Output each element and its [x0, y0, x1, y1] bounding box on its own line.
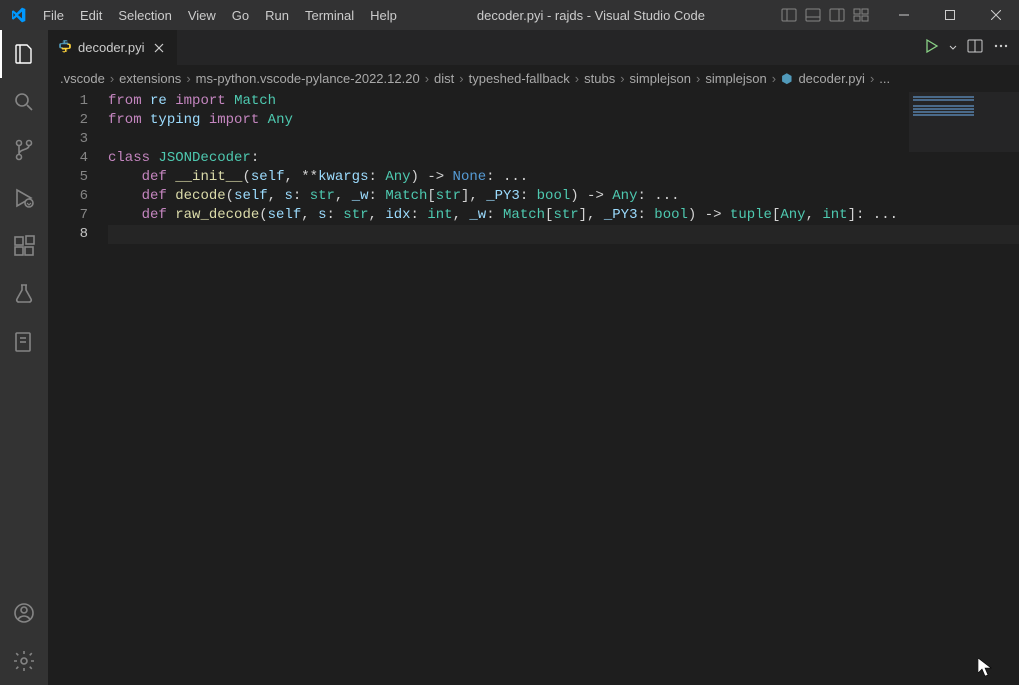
- crumb[interactable]: simplejson: [630, 71, 691, 86]
- accounts-icon[interactable]: [0, 589, 48, 637]
- crumb[interactable]: decoder.pyi: [798, 71, 865, 86]
- code-line[interactable]: [108, 130, 1019, 149]
- code-line[interactable]: def __init__(self, **kwargs: Any) -> Non…: [108, 168, 1019, 187]
- toggle-panel-icon[interactable]: [802, 4, 824, 26]
- customize-layout-icon[interactable]: [850, 4, 872, 26]
- python-file-icon: ⬢: [781, 71, 792, 87]
- references-icon[interactable]: [0, 318, 48, 366]
- window-title: decoder.pyi - rajds - Visual Studio Code: [405, 8, 777, 23]
- menu-bar: File Edit Selection View Go Run Terminal…: [35, 0, 405, 30]
- line-number: 6: [48, 187, 88, 206]
- tab-decoder-pyi[interactable]: decoder.pyi: [48, 30, 178, 65]
- code-line[interactable]: from re import Match: [108, 92, 1019, 111]
- chevron-right-icon: ›: [867, 71, 877, 86]
- menu-help[interactable]: Help: [362, 0, 405, 30]
- source-control-icon[interactable]: [0, 126, 48, 174]
- code-content[interactable]: from re import Matchfrom typing import A…: [108, 92, 1019, 685]
- settings-gear-icon[interactable]: [0, 637, 48, 685]
- crumb[interactable]: typeshed-fallback: [469, 71, 570, 86]
- code-line[interactable]: class JSONDecoder:: [108, 149, 1019, 168]
- line-number: 8: [48, 225, 88, 244]
- line-number: 5: [48, 168, 88, 187]
- menu-edit[interactable]: Edit: [72, 0, 110, 30]
- crumb[interactable]: simplejson: [705, 71, 766, 86]
- toggle-primary-sidebar-icon[interactable]: [778, 4, 800, 26]
- editor-actions: [923, 30, 1019, 65]
- crumb[interactable]: dist: [434, 71, 454, 86]
- window-controls: [881, 0, 1019, 30]
- line-number-gutter: 12345678: [48, 92, 108, 685]
- code-area[interactable]: 12345678 from re import Matchfrom typing…: [48, 92, 1019, 685]
- more-actions-icon[interactable]: [993, 38, 1009, 57]
- chevron-right-icon: ›: [107, 71, 117, 86]
- main: decoder.pyi .vscode› extensions› ms-pyth…: [0, 30, 1019, 685]
- chevron-right-icon: ›: [769, 71, 779, 86]
- line-number: 1: [48, 92, 88, 111]
- menu-go[interactable]: Go: [224, 0, 257, 30]
- editor-body: 12345678 from re import Matchfrom typing…: [48, 92, 1019, 685]
- menu-file[interactable]: File: [35, 0, 72, 30]
- chevron-right-icon: ›: [183, 71, 193, 86]
- code-line[interactable]: [108, 225, 1019, 244]
- run-dropdown-icon[interactable]: [949, 40, 957, 55]
- code-line[interactable]: def raw_decode(self, s: str, idx: int, _…: [108, 206, 1019, 225]
- line-number: 2: [48, 111, 88, 130]
- line-number: 4: [48, 149, 88, 168]
- vscode-logo: [0, 7, 35, 23]
- chevron-right-icon: ›: [456, 71, 466, 86]
- titlebar: File Edit Selection View Go Run Terminal…: [0, 0, 1019, 30]
- crumb[interactable]: .vscode: [60, 71, 105, 86]
- tab-bar: decoder.pyi: [48, 30, 1019, 65]
- menu-run[interactable]: Run: [257, 0, 297, 30]
- titlebar-right: [777, 0, 1019, 30]
- extensions-icon[interactable]: [0, 222, 48, 270]
- explorer-icon[interactable]: [0, 30, 48, 78]
- run-file-icon[interactable]: [923, 38, 939, 57]
- run-debug-icon[interactable]: [0, 174, 48, 222]
- activity-bar: [0, 30, 48, 685]
- line-number: 7: [48, 206, 88, 225]
- menu-terminal[interactable]: Terminal: [297, 0, 362, 30]
- crumb[interactable]: ...: [879, 71, 890, 86]
- toggle-secondary-sidebar-icon[interactable]: [826, 4, 848, 26]
- close-icon[interactable]: [151, 40, 167, 56]
- minimize-button[interactable]: [881, 0, 927, 30]
- maximize-button[interactable]: [927, 0, 973, 30]
- line-number: 3: [48, 130, 88, 149]
- chevron-right-icon: ›: [617, 71, 627, 86]
- crumb[interactable]: ms-python.vscode-pylance-2022.12.20: [196, 71, 420, 86]
- python-file-icon: [58, 39, 72, 56]
- crumb[interactable]: stubs: [584, 71, 615, 86]
- close-button[interactable]: [973, 0, 1019, 30]
- crumb[interactable]: extensions: [119, 71, 181, 86]
- code-line[interactable]: def decode(self, s: str, _w: Match[str],…: [108, 187, 1019, 206]
- split-editor-icon[interactable]: [967, 38, 983, 57]
- menu-view[interactable]: View: [180, 0, 224, 30]
- search-icon[interactable]: [0, 78, 48, 126]
- editor-area: decoder.pyi .vscode› extensions› ms-pyth…: [48, 30, 1019, 685]
- chevron-right-icon: ›: [693, 71, 703, 86]
- breadcrumbs[interactable]: .vscode› extensions› ms-python.vscode-py…: [48, 65, 1019, 92]
- minimap[interactable]: [909, 92, 1019, 152]
- chevron-right-icon: ›: [572, 71, 582, 86]
- chevron-right-icon: ›: [422, 71, 432, 86]
- menu-selection[interactable]: Selection: [110, 0, 179, 30]
- code-line[interactable]: from typing import Any: [108, 111, 1019, 130]
- tab-label: decoder.pyi: [78, 40, 145, 55]
- testing-icon[interactable]: [0, 270, 48, 318]
